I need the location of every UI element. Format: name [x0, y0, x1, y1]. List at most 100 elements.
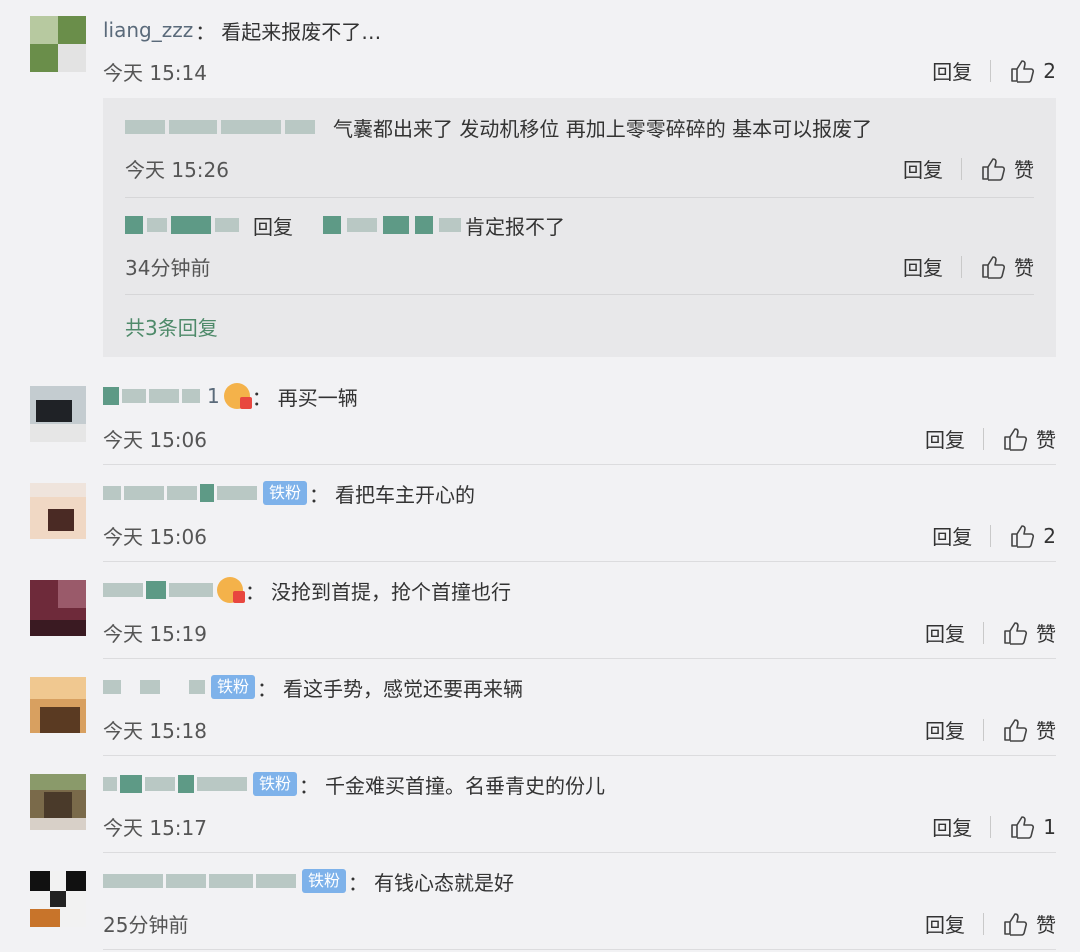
divider: [103, 852, 1056, 853]
avatar[interactable]: [30, 483, 86, 539]
reply-button[interactable]: 回复: [932, 56, 972, 85]
reply-word: 回复: [253, 214, 293, 239]
reply-line: 气囊都出来了 发动机移位 再加上零零碎碎的 基本可以报废了: [125, 112, 872, 142]
comment-time: 今天 15:18: [103, 719, 207, 743]
fan-badge[interactable]: 铁粉: [253, 772, 298, 796]
divider: [983, 427, 984, 450]
vip-crown-icon: [223, 383, 252, 409]
like-label: 赞: [1014, 158, 1034, 182]
avatar[interactable]: [30, 774, 86, 830]
reply-button[interactable]: 回复: [925, 618, 965, 647]
divider: [961, 157, 962, 180]
comment-time: 今天 15:06: [103, 428, 207, 452]
like-button[interactable]: 2: [1009, 523, 1056, 549]
username-text[interactable]: liang_zzz: [103, 18, 193, 42]
comment-time: 今天 15:06: [103, 525, 207, 549]
comment-time: 25分钟前: [103, 913, 189, 937]
username-suffix: 1: [207, 384, 220, 408]
reply-button[interactable]: 回复: [925, 715, 965, 744]
comment-actions: 回复 赞: [925, 424, 1056, 453]
reply-text: 肯定报不了: [465, 214, 565, 239]
comment-line: 铁粉 ： 有钱心态就是好: [103, 865, 514, 897]
thumb-up-icon: [1002, 717, 1028, 743]
like-button[interactable]: 赞: [1002, 909, 1056, 938]
like-button[interactable]: 赞: [980, 154, 1034, 183]
thumb-up-icon: [1002, 911, 1028, 937]
colon: ：: [299, 773, 320, 798]
reply-button[interactable]: 回复: [932, 812, 972, 841]
reply-button[interactable]: 回复: [925, 909, 965, 938]
like-count: 2: [1043, 523, 1056, 548]
fan-badge[interactable]: 铁粉: [302, 869, 347, 893]
comment-text: 看把车主开心的: [335, 482, 476, 507]
reply-time: 今天 15:26: [125, 158, 229, 182]
thumb-up-icon: [1002, 620, 1028, 646]
comment-text: 看这手势，感觉还要再来辆: [283, 676, 524, 701]
comment-text: 看起来报废不了…: [221, 19, 382, 44]
reply-button[interactable]: 回复: [932, 521, 972, 550]
thumb-up-icon: [980, 156, 1006, 182]
username[interactable]: [103, 869, 296, 893]
reply-divider: [125, 197, 1034, 198]
fan-badge[interactable]: 铁粉: [211, 675, 256, 699]
avatar[interactable]: [30, 386, 86, 442]
username[interactable]: [103, 578, 213, 602]
divider: [103, 755, 1056, 756]
avatar[interactable]: [30, 16, 86, 72]
username[interactable]: 1: [103, 384, 220, 408]
comment-text: 再买一辆: [277, 385, 358, 410]
like-button[interactable]: 1: [1009, 814, 1056, 840]
divider: [983, 912, 984, 935]
like-count: 1: [1043, 814, 1056, 839]
comment-text: 有钱心态就是好: [374, 870, 515, 895]
colon: ：: [309, 482, 330, 507]
reply-button[interactable]: 回复: [925, 424, 965, 453]
avatar[interactable]: [30, 871, 86, 927]
comment-text: 千金难买首撞。名垂青史的份儿: [325, 773, 606, 798]
comment-time: 今天 15:19: [103, 622, 207, 646]
like-button[interactable]: 赞: [1002, 424, 1056, 453]
username[interactable]: [103, 481, 257, 505]
thumb-up-icon: [1009, 58, 1035, 84]
reply-username[interactable]: [125, 216, 239, 234]
comment-line: 铁粉 ： 看把车主开心的: [103, 477, 475, 509]
reply-text: 气囊都出来了 发动机移位 再加上零零碎碎的 基本可以报废了: [333, 116, 873, 141]
reply-button[interactable]: 回复: [903, 154, 943, 183]
fan-badge[interactable]: 铁粉: [263, 481, 308, 505]
comment-actions: 回复 赞: [925, 909, 1056, 938]
like-button[interactable]: 赞: [1002, 715, 1056, 744]
divider: [103, 658, 1056, 659]
comment-text: 没抢到首提，抢个首撞也行: [271, 579, 511, 604]
comment-actions: 回复 2: [932, 56, 1056, 85]
like-button[interactable]: 2: [1009, 58, 1056, 84]
username[interactable]: [103, 772, 247, 796]
reply-username[interactable]: [125, 120, 315, 134]
divider: [983, 621, 984, 644]
view-all-replies-link[interactable]: 共3条回复: [125, 312, 218, 341]
thumb-up-icon: [1002, 426, 1028, 452]
reply-button[interactable]: 回复: [903, 252, 943, 281]
colon: ：: [195, 19, 216, 44]
colon: ：: [245, 579, 265, 604]
avatar[interactable]: [30, 677, 86, 733]
avatar[interactable]: [30, 580, 86, 636]
colon: ：: [251, 385, 272, 410]
like-button[interactable]: 赞: [1002, 618, 1056, 647]
comment-actions: 回复 赞: [925, 618, 1056, 647]
thumb-up-icon: [1009, 523, 1035, 549]
vip-crown-icon: [217, 577, 245, 603]
comment-actions: 回复 1: [932, 812, 1056, 841]
divider: [103, 561, 1056, 562]
username[interactable]: liang_zzz: [103, 18, 193, 42]
username[interactable]: [103, 675, 205, 699]
like-button[interactable]: 赞: [980, 252, 1034, 281]
comment-line: liang_zzz ： 看起来报废不了…: [103, 14, 381, 46]
comment-actions: 回复 赞: [925, 715, 1056, 744]
comment-line: ： 没抢到首提，抢个首撞也行: [103, 574, 511, 606]
reply-divider: [125, 294, 1034, 295]
comment-time: 今天 15:14: [103, 61, 207, 85]
divider: [990, 524, 992, 547]
reply-target[interactable]: [323, 216, 461, 234]
comment-line: 1 ： 再买一辆: [103, 380, 358, 412]
divider: [961, 255, 962, 278]
